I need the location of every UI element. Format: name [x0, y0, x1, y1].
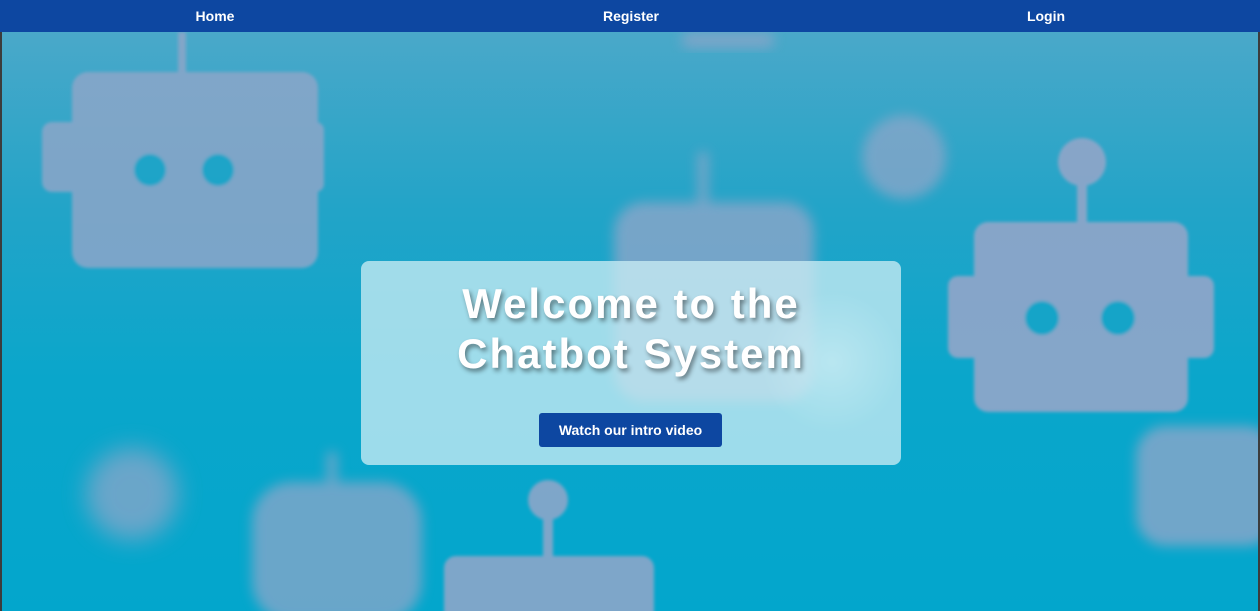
robot-icon [42, 32, 324, 268]
title-line-2: Chatbot System [457, 330, 805, 377]
watch-intro-video-button[interactable]: Watch our intro video [539, 413, 722, 447]
window-edge-left [0, 32, 2, 611]
page: Home Register Login Welcome to the Chatb… [0, 0, 1260, 611]
top-navbar: Home Register Login [0, 0, 1260, 32]
title-line-1: Welcome to the [462, 280, 800, 327]
robot-icon [862, 115, 946, 199]
robot-icon [444, 480, 654, 611]
page-title: Welcome to the Chatbot System [361, 279, 901, 379]
robot-icon [1136, 426, 1258, 546]
robot-icon [682, 32, 774, 48]
robot-icon [86, 448, 178, 540]
robot-icon [252, 452, 422, 611]
robot-icon [948, 138, 1214, 412]
nav-home-link[interactable]: Home [196, 0, 235, 32]
nav-register-link[interactable]: Register [603, 0, 659, 32]
hero-section: Welcome to the Chatbot System Watch our … [2, 32, 1258, 611]
welcome-card: Welcome to the Chatbot System Watch our … [361, 261, 901, 465]
nav-login-link[interactable]: Login [1027, 0, 1065, 32]
